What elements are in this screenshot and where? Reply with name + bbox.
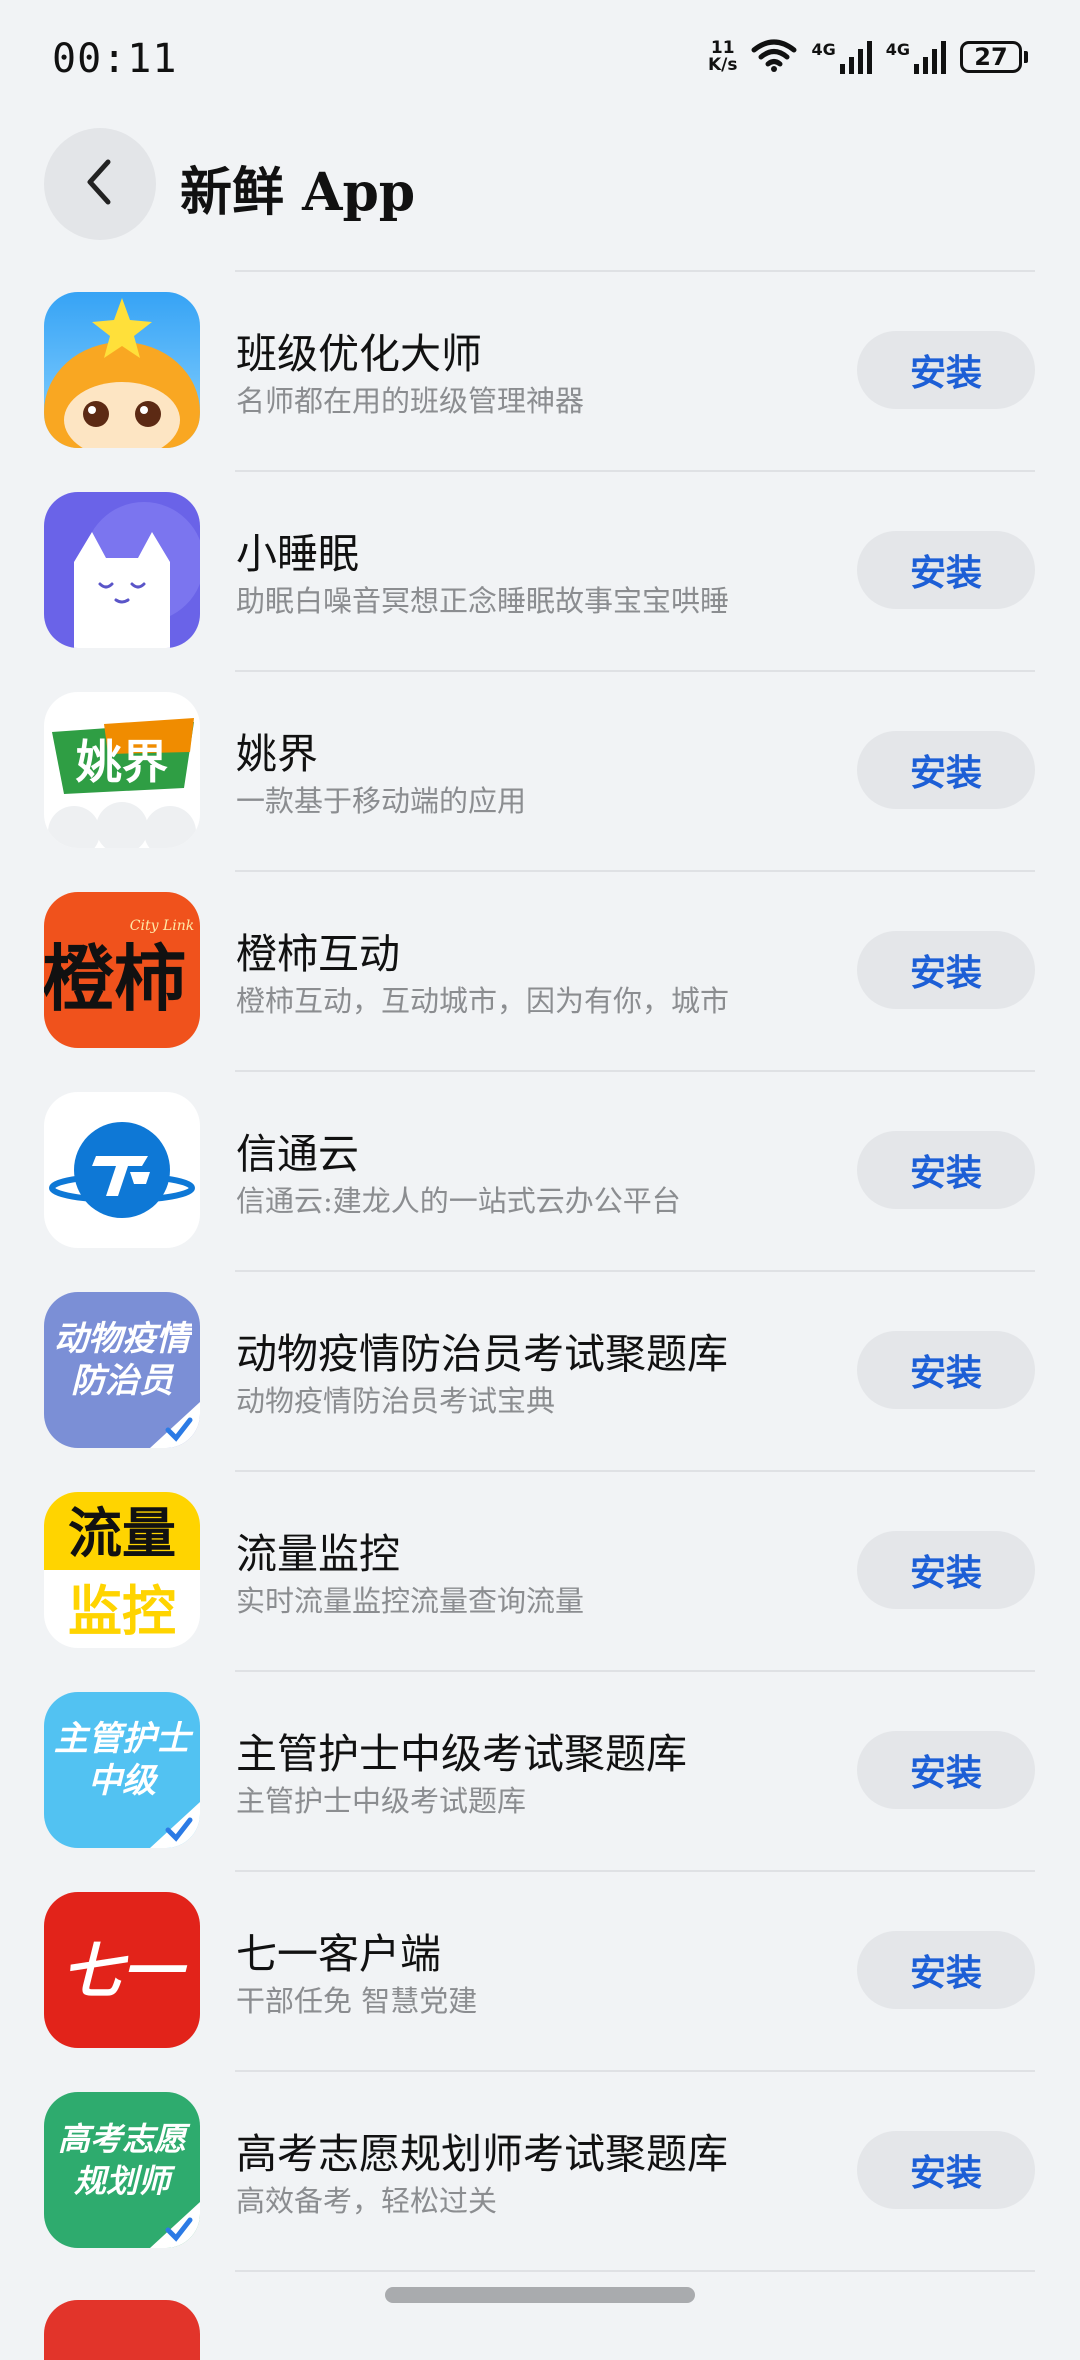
qiyi-logo-text: 七一 <box>62 1937 188 2007</box>
back-button[interactable] <box>44 128 156 240</box>
divider <box>235 1070 1035 1072</box>
divider <box>235 1870 1035 1872</box>
divider <box>235 270 1035 272</box>
chengshi-logo-text: 橙柿 <box>44 936 186 1021</box>
status-time: 00:11 <box>52 36 178 82</box>
app-name: 七一客户端 <box>236 1930 441 1978</box>
cellular-signal-1-icon: 4G <box>811 40 872 74</box>
app-name: 主管护士中级考试聚题库 <box>236 1730 687 1778</box>
install-button[interactable]: 安装 <box>857 1131 1035 1209</box>
divider <box>235 1470 1035 1472</box>
signal-1-network-type: 4G <box>811 40 836 59</box>
home-indicator[interactable] <box>385 2287 695 2303</box>
xintongyun-logo-icon <box>44 1092 200 1248</box>
install-button[interactable]: 安装 <box>857 2131 1035 2209</box>
list-item[interactable]: 七一 七一客户端 干部任免 智慧党建 安装 <box>0 1870 1080 2070</box>
list-item[interactable]: 动物疫情防治员 动物疫情防治员考试聚题库 动物疫情防治员考试宝典 安装 <box>0 1270 1080 1470</box>
traffic-monitor-icon: 流量 监控 <box>44 1492 200 1648</box>
list-item[interactable]: 橙柿 City Link 橙柿互动 橙柿互动，互动城市，因为有你，城市 安装 <box>0 870 1080 1070</box>
page-header: 新鲜 App <box>0 120 1080 250</box>
chevron-left-icon <box>80 156 120 212</box>
app-description: 干部任免 智慧党建 <box>236 1984 478 2018</box>
install-button[interactable]: 安装 <box>857 331 1035 409</box>
exam-book-icon-text: 动物疫情防治员 <box>54 1319 190 1401</box>
install-button[interactable]: 安装 <box>857 531 1035 609</box>
app-name: 信通云 <box>236 1130 359 1178</box>
app-name: 流量监控 <box>236 1530 400 1578</box>
app-list: 班级优化大师 名师都在用的班级管理神器 安装 小睡眠 助眠白噪音冥想正念睡眠故事… <box>0 270 1080 2270</box>
battery-tip <box>1024 51 1028 63</box>
nurse-exam-icon-text: 主管护士中级 <box>54 1719 190 1801</box>
list-item[interactable]: 流量 监控 流量监控 实时流量监控流量查询流量 安装 <box>0 1470 1080 1670</box>
list-item[interactable]: 主管护士中级 主管护士中级考试聚题库 主管护士中级考试题库 安装 <box>0 1670 1080 1870</box>
gaokao-exam-icon-text: 高考志愿规划师 <box>57 2120 186 2200</box>
divider <box>235 670 1035 672</box>
traffic-monitor-bottom-text: 监控 <box>68 1580 176 1643</box>
list-item[interactable]: 信通云 信通云:建龙人的一站式云办公平台 安装 <box>0 1070 1080 1270</box>
yaojie-logo-icon: 姚界 <box>44 692 200 848</box>
traffic-monitor-top-text: 流量 <box>68 1502 176 1565</box>
app-description: 高效备考，轻松过关 <box>236 2184 498 2218</box>
app-description: 实时流量监控流量查询流量 <box>236 1584 585 1618</box>
install-button[interactable]: 安装 <box>857 931 1035 1009</box>
install-button[interactable]: 安装 <box>857 1531 1035 1609</box>
wifi-icon <box>751 38 797 76</box>
app-name: 班级优化大师 <box>236 330 482 378</box>
app-description: 橙柿互动，互动城市，因为有你，城市 <box>236 984 730 1018</box>
cellular-signal-2-icon: 4G <box>886 40 946 74</box>
app-description: 信通云:建龙人的一站式云办公平台 <box>236 1184 681 1218</box>
list-item[interactable]: 班级优化大师 名师都在用的班级管理神器 安装 <box>0 270 1080 470</box>
install-button[interactable]: 安装 <box>857 1931 1035 2009</box>
app-description: 助眠白噪音冥想正念睡眠故事宝宝哄睡 <box>236 584 730 618</box>
divider <box>235 2070 1035 2072</box>
app-name: 高考志愿规划师考试聚题库 <box>236 2130 728 2178</box>
gaokao-exam-icon: 高考志愿规划师 <box>44 2092 200 2248</box>
nurse-exam-icon: 主管护士中级 <box>44 1692 200 1848</box>
battery-icon: 27 <box>960 41 1028 73</box>
signal-2-network-type: 4G <box>885 40 910 59</box>
divider <box>235 1670 1035 1672</box>
divider <box>235 1270 1035 1272</box>
yaojie-logo-text: 姚界 <box>75 735 168 789</box>
page-title: 新鲜 App <box>180 162 416 223</box>
app-description: 名师都在用的班级管理神器 <box>236 384 585 418</box>
install-button[interactable]: 安装 <box>857 1331 1035 1409</box>
sleeping-cat-icon <box>44 492 200 648</box>
exam-book-icon: 动物疫情防治员 <box>44 1292 200 1448</box>
divider <box>235 470 1035 472</box>
divider <box>235 2270 1035 2272</box>
list-item[interactable]: 小睡眠 助眠白噪音冥想正念睡眠故事宝宝哄睡 安装 <box>0 470 1080 670</box>
network-speed-unit: K/s <box>707 55 738 75</box>
chengshi-logo-subtext: City Link <box>130 918 194 934</box>
app-name: 橙柿互动 <box>236 930 400 978</box>
status-icons: 11 K/s 4G 4G 27 <box>708 38 1028 76</box>
install-button[interactable]: 安装 <box>857 1731 1035 1809</box>
status-bar: 00:11 11 K/s 4G 4G 27 <box>0 0 1080 120</box>
list-item[interactable]: 姚界 姚界 一款基于移动端的应用 安装 <box>0 670 1080 870</box>
monkey-mascot-icon <box>44 292 200 448</box>
install-button[interactable]: 安装 <box>857 731 1035 809</box>
battery-level: 27 <box>960 41 1022 73</box>
app-name: 姚界 <box>236 730 318 778</box>
list-item[interactable]: 高考志愿规划师 高考志愿规划师考试聚题库 高效备考，轻松过关 安装 <box>0 2070 1080 2270</box>
network-speed: 11 K/s <box>708 40 738 74</box>
app-name: 小睡眠 <box>236 530 359 578</box>
app-description: 动物疫情防治员考试宝典 <box>236 1384 556 1418</box>
divider <box>235 870 1035 872</box>
partial-app-icon <box>44 2300 200 2360</box>
app-description: 一款基于移动端的应用 <box>236 784 527 818</box>
qiyi-logo-icon: 七一 <box>44 1892 200 2048</box>
chengshi-logo-icon: 橙柿 City Link <box>44 892 200 1048</box>
app-name: 动物疫情防治员考试聚题库 <box>236 1330 728 1378</box>
app-description: 主管护士中级考试题库 <box>236 1784 527 1818</box>
